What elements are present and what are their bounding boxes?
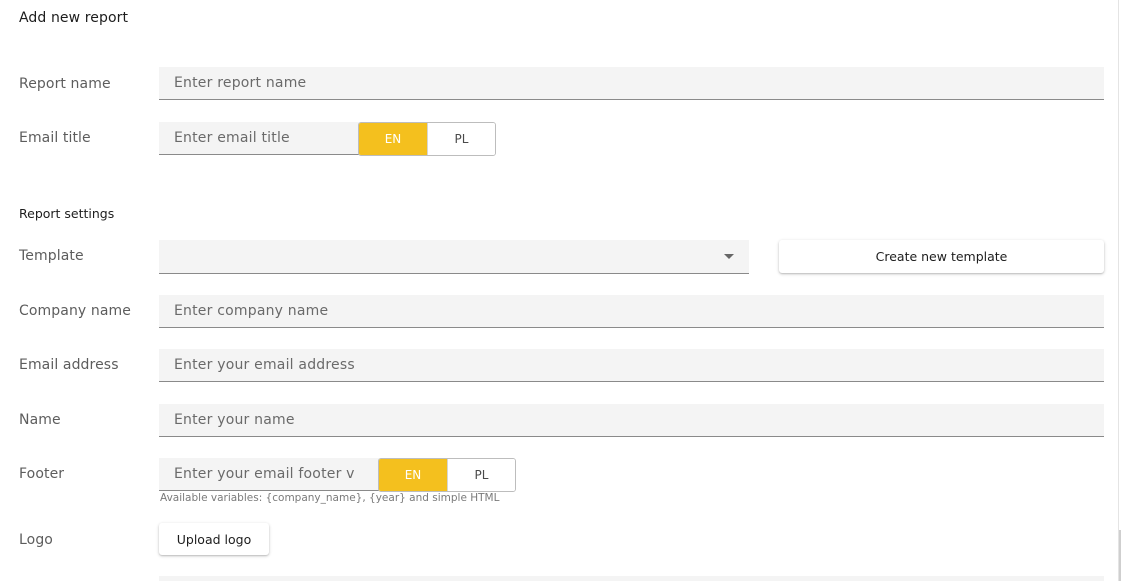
email-title-field-container [159,122,359,155]
upload-logo-button[interactable]: Upload logo [159,523,269,555]
email-title-lang-en-button[interactable]: EN [359,123,427,155]
company-name-label: Company name [19,303,131,319]
template-label: Template [19,248,84,264]
email-title-lang-pl-button[interactable]: PL [427,123,495,155]
add-report-page: Add new report Report name Email title E… [0,0,1121,581]
email-address-field-container [159,349,1104,382]
email-address-input[interactable] [159,349,1104,381]
name-label: Name [19,412,61,428]
report-name-label: Report name [19,76,111,92]
name-input[interactable] [159,404,1104,436]
email-address-label: Email address [19,357,119,373]
report-name-field-container [159,67,1104,100]
email-title-label: Email title [19,130,91,146]
email-title-language-toggle: EN PL [358,122,496,156]
scrollbar-track[interactable] [1118,0,1119,581]
create-new-template-button[interactable]: Create new template [779,240,1104,273]
footer-language-toggle: EN PL [378,458,516,492]
company-name-input[interactable] [159,295,1104,327]
name-field-container [159,404,1104,437]
template-select[interactable] [159,240,749,274]
footer-field-container [159,458,379,491]
chevron-down-icon [724,254,734,259]
footer-label: Footer [19,466,65,482]
next-field-partial[interactable] [159,576,1104,581]
footer-lang-en-button[interactable]: EN [379,459,447,491]
email-title-input[interactable] [159,122,359,154]
company-name-field-container [159,295,1104,328]
footer-input[interactable] [159,458,379,490]
report-settings-heading: Report settings [19,206,115,221]
footer-hint: Available variables: {company_name}, {ye… [160,492,500,504]
report-name-input[interactable] [159,67,1104,99]
footer-lang-pl-button[interactable]: PL [447,459,515,491]
page-title: Add new report [19,10,129,26]
logo-label: Logo [19,532,53,548]
